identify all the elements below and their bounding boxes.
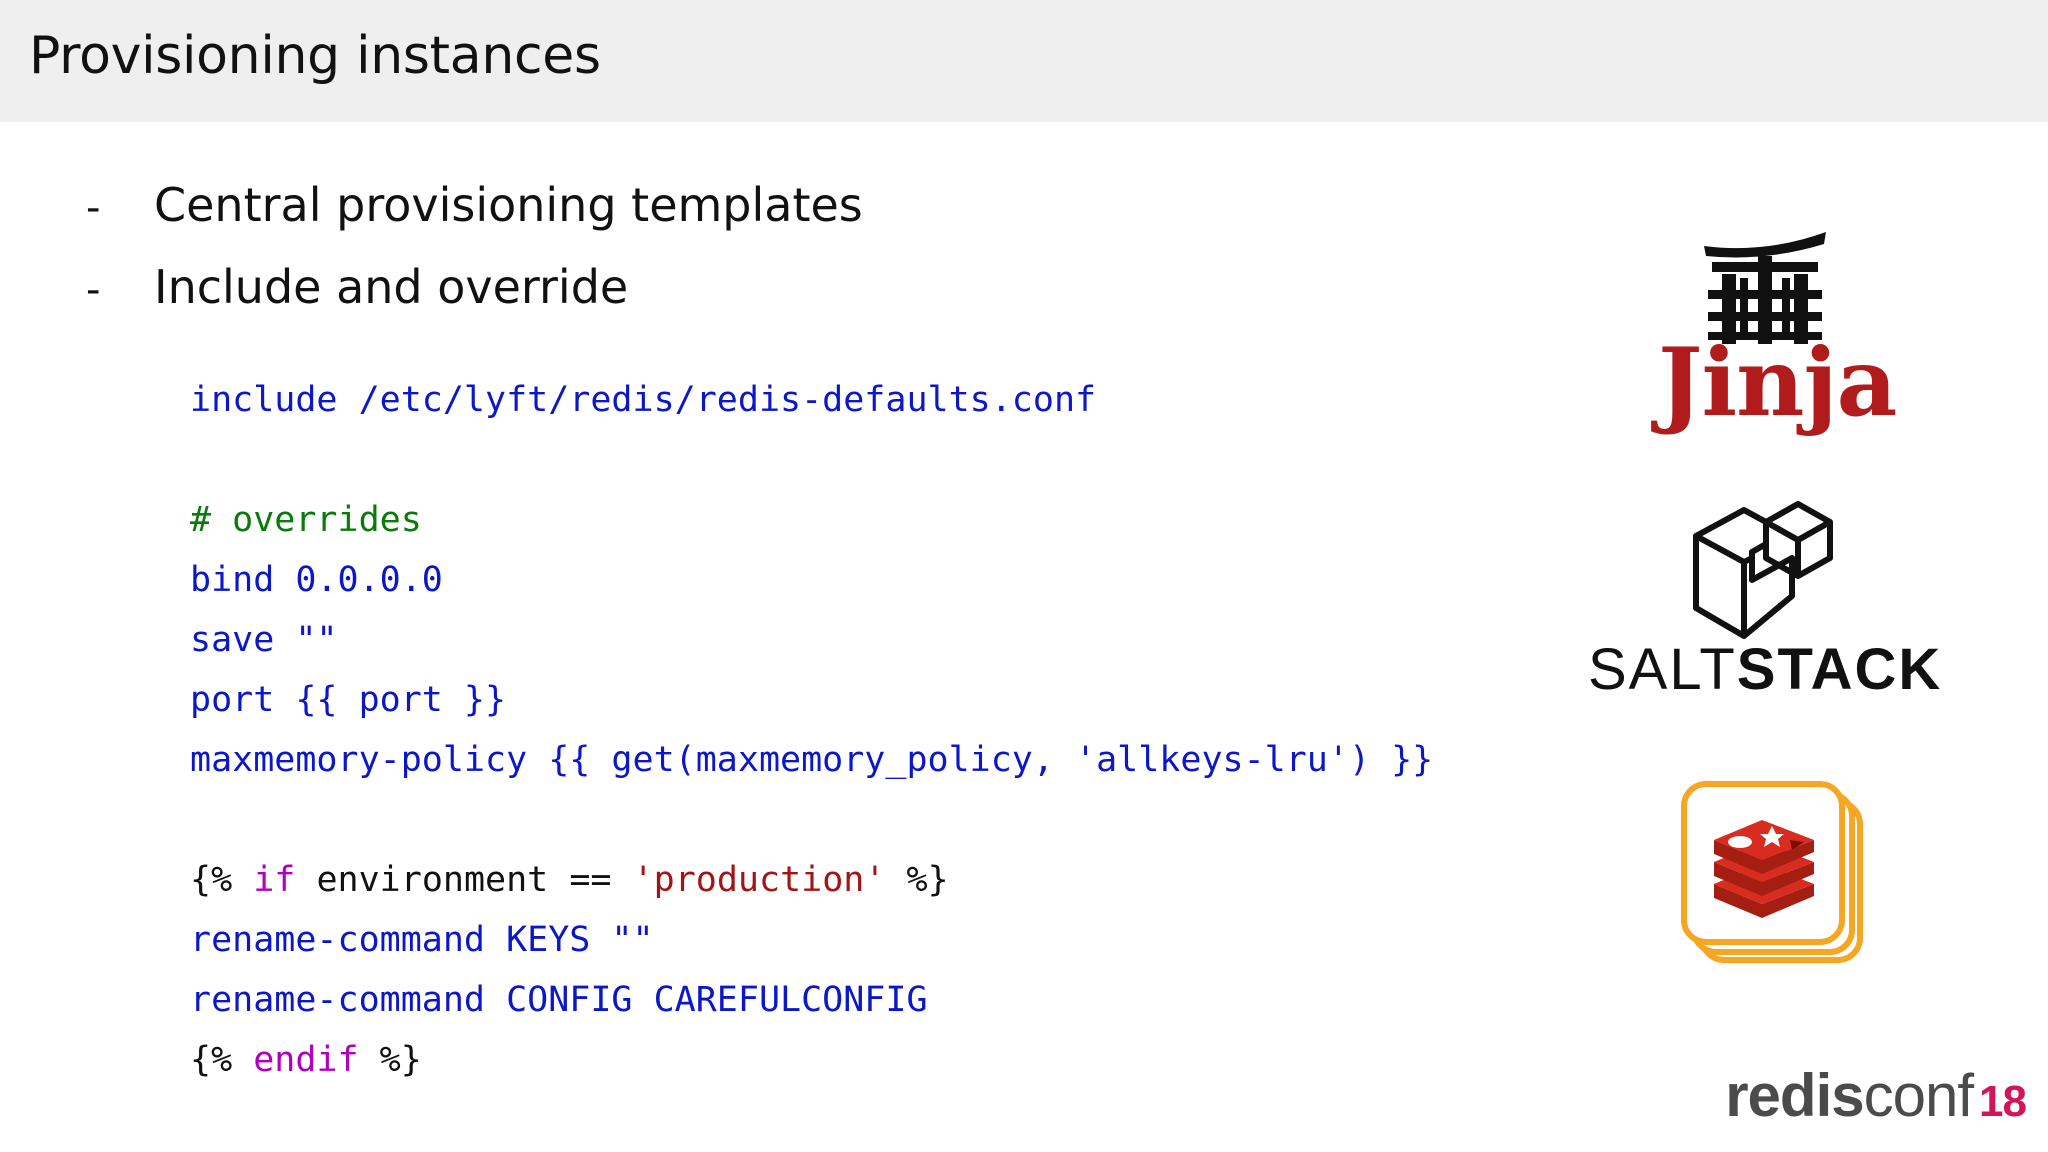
keyword-if: if bbox=[253, 860, 296, 900]
bullet-dash: - bbox=[86, 267, 101, 313]
salt-text: SALT bbox=[1588, 637, 1737, 702]
redis-logo-icon bbox=[1681, 781, 1863, 963]
saltstack-cube-icon bbox=[1693, 501, 1833, 639]
string-production: 'production' bbox=[632, 860, 886, 900]
if-condition: environment == bbox=[316, 860, 612, 900]
bullet-list: - Central provisioning templates - Inclu… bbox=[86, 178, 863, 342]
bullet-item: - Include and override bbox=[86, 260, 863, 342]
code-line-if: {% if environment == 'production' %} bbox=[190, 860, 949, 900]
code-line-bind: bind 0.0.0.0 bbox=[190, 560, 443, 600]
slide-title: Provisioning instances bbox=[29, 26, 601, 86]
code-line-rename-config: rename-command CONFIG CAREFULCONFIG bbox=[190, 980, 928, 1020]
keyword-endif: endif bbox=[253, 1040, 359, 1080]
code-line-maxmemory: maxmemory-policy {{ get(maxmemory_policy… bbox=[190, 740, 1434, 780]
bullet-text: Central provisioning templates bbox=[154, 178, 863, 232]
template-tag-close: %} bbox=[906, 860, 949, 900]
bullet-text: Include and override bbox=[154, 260, 629, 314]
template-tag-open: {% bbox=[190, 1040, 233, 1080]
bullet-dash: - bbox=[86, 185, 101, 231]
jinja-logo-text: Jinja bbox=[1658, 328, 1897, 438]
code-line-include: include /etc/lyft/redis/redis-defaults.c… bbox=[190, 380, 1097, 420]
template-tag-close: %} bbox=[379, 1040, 422, 1080]
code-line-endif: {% endif %} bbox=[190, 1040, 422, 1080]
bullet-item: - Central provisioning templates bbox=[86, 178, 863, 260]
redisconf-conf: conf bbox=[1863, 1062, 1974, 1129]
code-line-save: save "" bbox=[190, 620, 338, 660]
title-bar: Provisioning instances bbox=[0, 0, 2048, 122]
template-tag-open: {% bbox=[190, 860, 233, 900]
redisconf-logo: redisconf 18 bbox=[1725, 1061, 2027, 1130]
stack-text: STACK bbox=[1736, 637, 1943, 702]
code-line-rename-keys: rename-command KEYS "" bbox=[190, 920, 654, 960]
saltstack-logo-text: SALTSTACK bbox=[1588, 636, 1942, 703]
code-line-comment: # overrides bbox=[190, 500, 422, 540]
redisconf-redis: redis bbox=[1725, 1062, 1864, 1129]
redisconf-year: 18 bbox=[1979, 1077, 2027, 1126]
code-line-port: port {{ port }} bbox=[190, 680, 507, 720]
